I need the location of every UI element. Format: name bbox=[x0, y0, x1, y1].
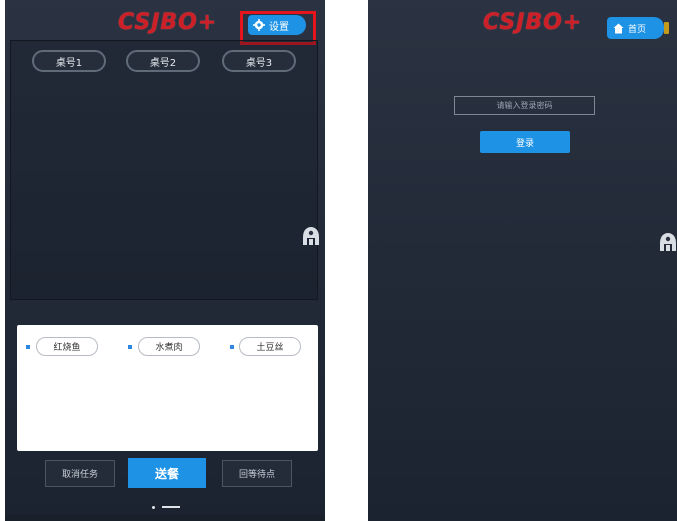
home-icon bbox=[613, 23, 624, 33]
password-input[interactable] bbox=[454, 96, 595, 115]
home-button-label: 首页 bbox=[628, 24, 647, 35]
dish-item-1[interactable]: 红烧鱼 bbox=[36, 337, 98, 356]
edge-indicator bbox=[664, 22, 669, 34]
dish-item-2[interactable]: 水煮肉 bbox=[138, 337, 200, 356]
right-screen bbox=[368, 0, 677, 521]
robot-icon[interactable] bbox=[301, 225, 321, 247]
table-tab-1[interactable]: 桌号1 bbox=[32, 50, 106, 72]
page-indicator-dot bbox=[152, 506, 155, 509]
login-button[interactable]: 登录 bbox=[480, 131, 570, 153]
deliver-button[interactable]: 送餐 bbox=[128, 458, 206, 488]
return-waiting-point-button[interactable]: 回等待点 bbox=[222, 460, 292, 487]
bottom-edge bbox=[5, 515, 325, 521]
dish-bullet bbox=[230, 345, 234, 349]
table-tab-3[interactable]: 桌号3 bbox=[222, 50, 296, 72]
page-indicator-active bbox=[162, 506, 180, 508]
dish-bullet bbox=[26, 345, 30, 349]
cancel-task-button[interactable]: 取消任务 bbox=[45, 460, 115, 487]
robot-icon[interactable] bbox=[658, 231, 677, 253]
home-button[interactable]: 首页 bbox=[607, 17, 664, 39]
brand-logo: CSJBO+ bbox=[118, 10, 218, 35]
dish-bullet bbox=[128, 345, 132, 349]
table-area bbox=[10, 40, 318, 300]
brand-logo: CSJBO+ bbox=[483, 10, 583, 35]
dish-item-3[interactable]: 土豆丝 bbox=[239, 337, 301, 356]
gear-icon bbox=[253, 19, 265, 31]
table-tab-2[interactable]: 桌号2 bbox=[126, 50, 200, 72]
settings-button[interactable]: 设置 bbox=[248, 15, 306, 35]
settings-button-label: 设置 bbox=[269, 21, 289, 33]
